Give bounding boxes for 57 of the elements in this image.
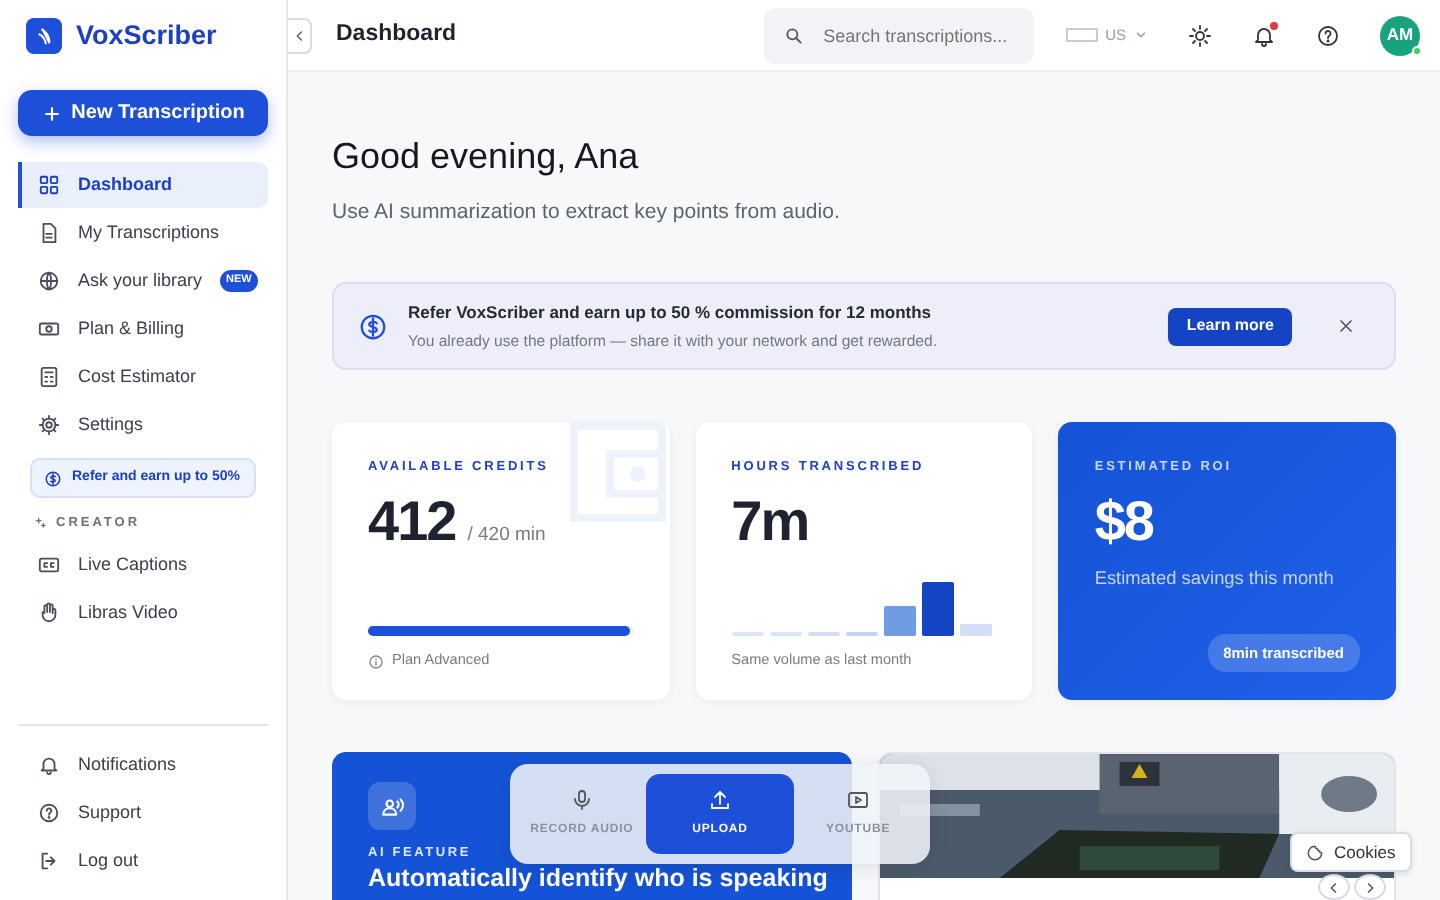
- bell-icon: [38, 754, 60, 776]
- dollar-icon: [358, 311, 388, 342]
- play-icon: [846, 788, 871, 812]
- plus-icon: [41, 103, 62, 123]
- learn-more-button[interactable]: Learn more: [1168, 307, 1292, 346]
- settings-icon: [38, 414, 60, 436]
- chevron-left-icon: [1326, 879, 1342, 895]
- stat-value: 412: [368, 494, 456, 551]
- cookies-button[interactable]: Cookies: [1290, 832, 1412, 872]
- stat-unit: / 420 min: [467, 526, 546, 546]
- help-icon: [38, 802, 60, 824]
- search-icon: [783, 25, 804, 45]
- sidebar-item[interactable]: Settings: [18, 402, 268, 448]
- cookie-icon: [1306, 843, 1324, 861]
- bell-icon: [1252, 23, 1276, 47]
- flag-icon: [1065, 28, 1098, 42]
- sidebar-item[interactable]: Libras Video: [18, 589, 268, 636]
- search-field[interactable]: Search transcriptions...: [763, 7, 1034, 63]
- banknote-icon: [38, 318, 60, 340]
- greeting: Good evening, Ana: [332, 136, 641, 180]
- help-icon: [1316, 23, 1340, 47]
- sun-icon: [1188, 23, 1212, 47]
- logo-icon: [26, 18, 62, 54]
- feature-title: Automatically identify who is speaking: [368, 862, 828, 896]
- stat-value: 7m: [731, 494, 809, 551]
- subtitle: Use AI summarization to extract key points from audio.: [332, 197, 842, 228]
- grid-icon: [38, 174, 60, 196]
- dollar-icon: [44, 469, 62, 487]
- page-title: Dashboard: [336, 19, 457, 50]
- globe-icon: [38, 270, 60, 292]
- speaker-icon: [379, 793, 405, 820]
- logout-icon: [38, 850, 60, 872]
- sidebar-item[interactable]: Cost Estimator: [18, 354, 268, 400]
- sidebar-item[interactable]: Support: [18, 790, 268, 836]
- captions-icon: [38, 553, 60, 576]
- sidebar-item[interactable]: Log out: [18, 838, 268, 884]
- brand-name: VoxScriber: [76, 17, 217, 54]
- sidebar-item[interactable]: Dashboard: [18, 162, 268, 208]
- info-icon: [368, 653, 384, 670]
- sidebar-item[interactable]: Notifications: [18, 742, 268, 788]
- stat-value: $8: [1094, 494, 1153, 551]
- document-icon: [38, 222, 60, 244]
- sidebar-item[interactable]: Live Captions: [18, 541, 268, 588]
- microphone-icon: [569, 788, 594, 812]
- sidebar-item[interactable]: Plan & Billing: [18, 306, 268, 352]
- chevron-right-icon: [1362, 879, 1378, 895]
- new-transcription-button[interactable]: New Transcription: [18, 90, 268, 136]
- banner-title: Refer VoxScriber and earn up to 50 % commission for 12 months: [408, 300, 934, 326]
- sidebar-item[interactable]: My Transcriptions: [18, 210, 268, 256]
- close-icon: [1336, 316, 1356, 337]
- sparkle-icon: [34, 516, 48, 531]
- stat-description: Estimated savings this month: [1094, 566, 1336, 593]
- calculator-icon: [38, 366, 60, 388]
- caret-icon: [1134, 28, 1148, 42]
- chevron-left-icon: [291, 27, 307, 43]
- hand-icon: [38, 601, 60, 624]
- upload-icon: [708, 788, 732, 812]
